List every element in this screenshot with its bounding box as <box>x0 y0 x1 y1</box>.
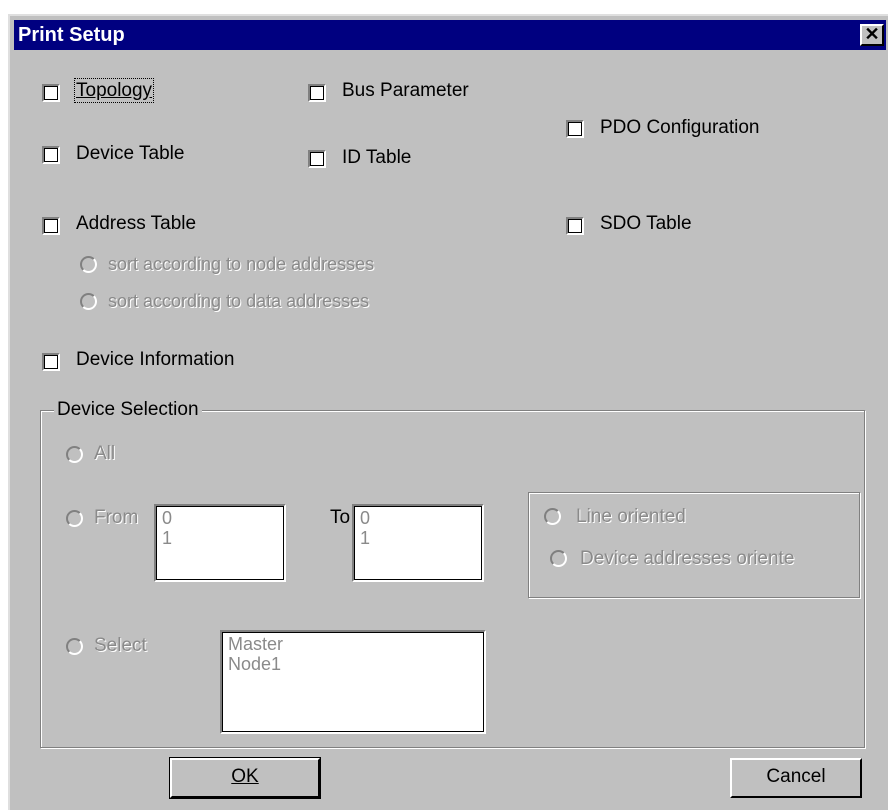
close-button[interactable]: ✕ <box>860 24 884 46</box>
from-radio[interactable] <box>66 510 83 527</box>
print-setup-dialog: Print Setup ✕ Topology Bus Parameter PDO… <box>8 14 888 810</box>
all-radio[interactable] <box>66 446 83 463</box>
select-label[interactable]: Select <box>94 635 147 657</box>
from-label[interactable]: From <box>94 507 138 529</box>
device-addresses-label[interactable]: Device addresses oriente <box>580 548 794 570</box>
cancel-button[interactable]: Cancel <box>730 758 862 798</box>
sdo-table-checkbox[interactable] <box>566 217 584 235</box>
device-addresses-radio[interactable] <box>550 550 567 567</box>
address-table-label[interactable]: Address Table <box>76 213 196 235</box>
sort-node-label[interactable]: sort according to node addresses <box>108 254 374 275</box>
select-listbox[interactable]: Master Node1 <box>220 630 486 734</box>
sort-node-radio[interactable] <box>80 256 97 273</box>
address-table-checkbox[interactable] <box>42 217 60 235</box>
sort-data-label[interactable]: sort according to data addresses <box>108 291 369 312</box>
pdo-configuration-checkbox[interactable] <box>566 120 584 138</box>
select-radio[interactable] <box>66 638 83 655</box>
line-oriented-label[interactable]: Line oriented <box>576 506 686 528</box>
list-item[interactable]: Node1 <box>228 654 478 674</box>
device-information-checkbox[interactable] <box>42 353 60 371</box>
id-table-checkbox[interactable] <box>308 150 326 168</box>
all-label[interactable]: All <box>94 443 115 465</box>
list-item[interactable]: Master <box>228 634 478 654</box>
topology-text: Topology <box>73 78 155 103</box>
ok-button[interactable]: OK <box>169 757 321 799</box>
to-listbox[interactable]: 0 1 <box>352 504 484 582</box>
device-table-label[interactable]: Device Table <box>76 143 184 165</box>
device-selection-label: Device Selection <box>54 399 202 421</box>
close-icon: ✕ <box>864 24 880 44</box>
ok-button-label: OK <box>231 766 259 787</box>
title-bar: Print Setup ✕ <box>14 20 886 50</box>
topology-checkbox[interactable] <box>42 84 60 102</box>
to-label: To <box>330 507 351 528</box>
line-oriented-radio[interactable] <box>544 508 561 525</box>
bus-parameter-checkbox[interactable] <box>308 84 326 102</box>
device-table-checkbox[interactable] <box>42 146 60 164</box>
id-table-label[interactable]: ID Table <box>342 147 411 169</box>
pdo-configuration-label[interactable]: PDO Configuration <box>600 117 759 139</box>
bus-parameter-label[interactable]: Bus Parameter <box>342 80 469 102</box>
sort-data-radio[interactable] <box>80 293 97 310</box>
sdo-table-label[interactable]: SDO Table <box>600 213 692 235</box>
cancel-button-label: Cancel <box>766 766 826 787</box>
list-item[interactable]: 1 <box>162 528 278 548</box>
from-listbox[interactable]: 0 1 <box>154 504 286 582</box>
list-item[interactable]: 0 <box>360 508 476 528</box>
list-item[interactable]: 1 <box>360 528 476 548</box>
dialog-title: Print Setup <box>18 24 125 46</box>
topology-label[interactable]: Topology <box>73 78 155 103</box>
device-information-label[interactable]: Device Information <box>76 349 234 371</box>
list-item[interactable]: 0 <box>162 508 278 528</box>
